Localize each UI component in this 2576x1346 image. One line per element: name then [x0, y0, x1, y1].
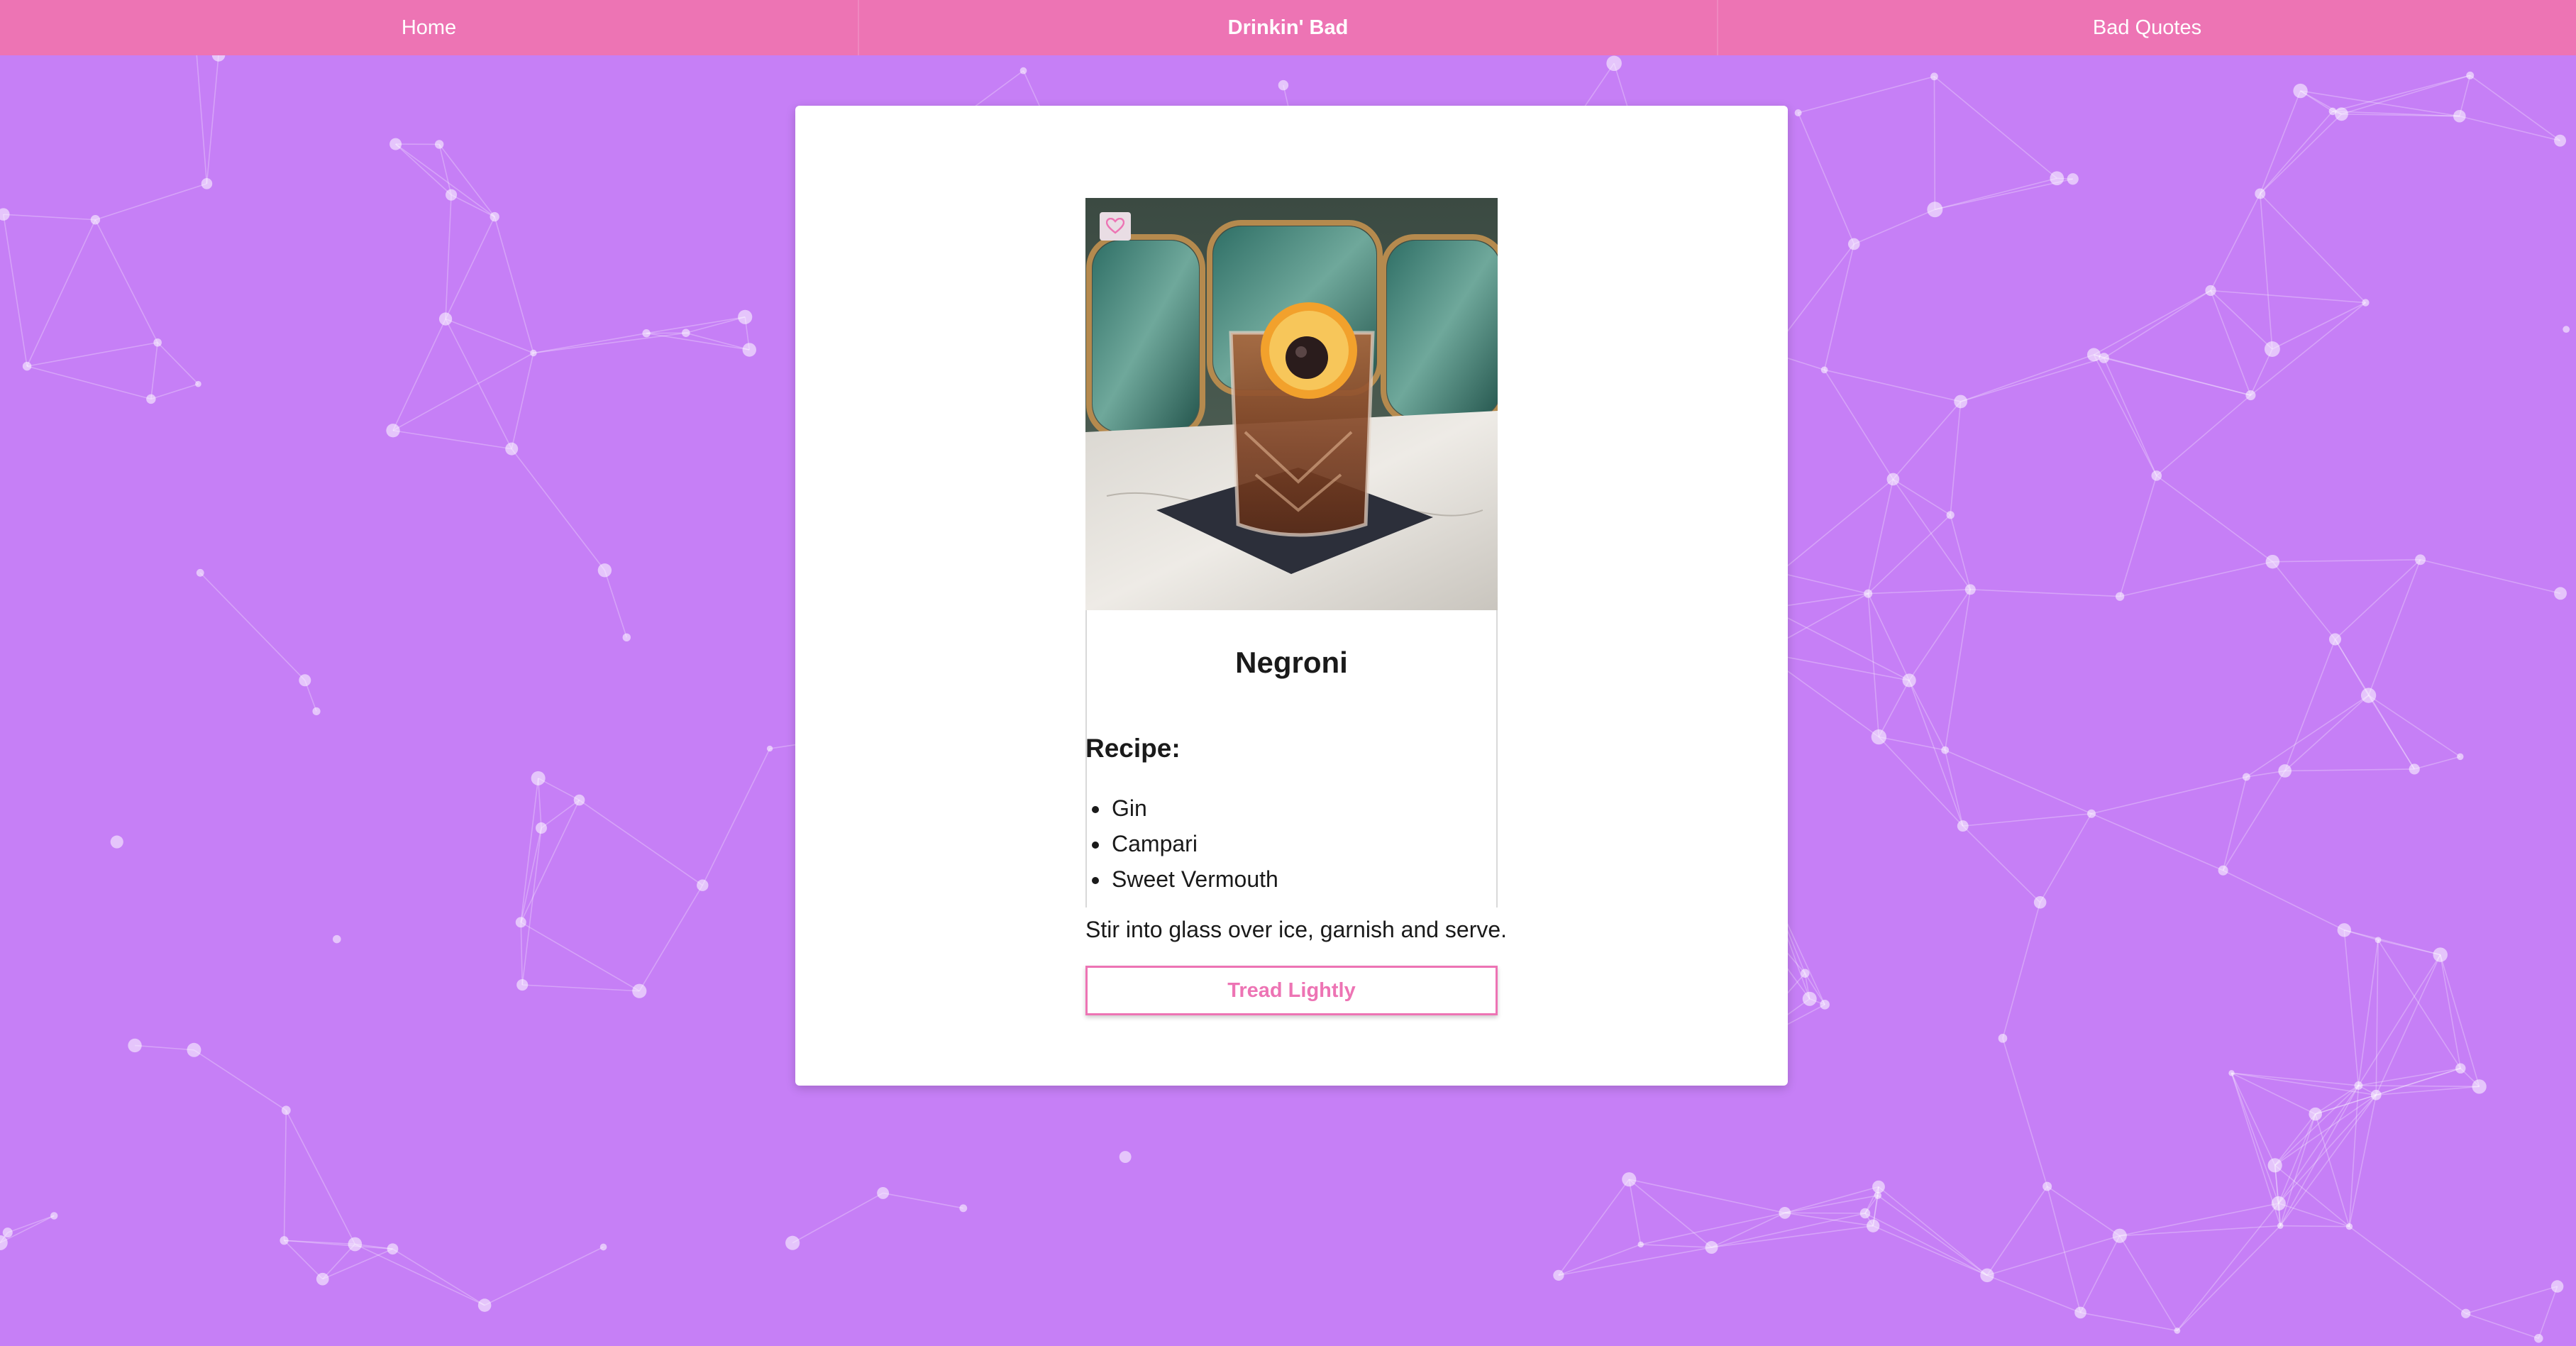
ingredient-item: Sweet Vermouth — [1110, 861, 1496, 897]
top-navbar: Home Drinkin' Bad Bad Quotes — [0, 0, 2576, 55]
cocktail-photo — [1085, 198, 1498, 610]
nav-bad-quotes[interactable]: Bad Quotes — [1718, 0, 2576, 55]
drink-name: Negroni — [1235, 646, 1348, 679]
drink-card: Negroni Recipe: Gin Campari Sweet Vermou… — [1085, 198, 1507, 942]
recipe-heading: Recipe: — [1085, 734, 1181, 763]
ingredients-list: Gin Campari Sweet Vermouth — [1085, 790, 1496, 897]
tread-lightly-button[interactable]: Tread Lightly — [1085, 966, 1498, 1015]
instructions-text: Stir into glass over ice, garnish and se… — [1085, 917, 1508, 942]
ingredient-item: Campari — [1110, 826, 1496, 861]
content-panel: Negroni Recipe: Gin Campari Sweet Vermou… — [795, 106, 1788, 1086]
nav-home[interactable]: Home — [0, 0, 859, 55]
heart-icon — [1106, 218, 1124, 234]
nav-drinkin-bad[interactable]: Drinkin' Bad — [859, 0, 1718, 55]
ingredient-item: Gin — [1110, 790, 1496, 826]
favorite-button[interactable] — [1100, 212, 1131, 241]
